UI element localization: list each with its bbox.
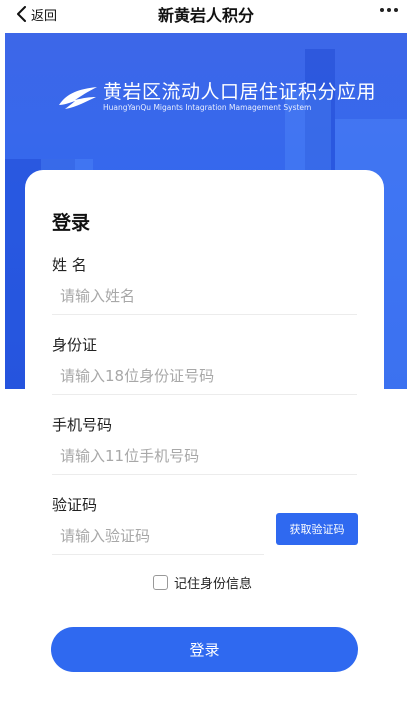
code-input[interactable] — [52, 517, 264, 555]
more-icon[interactable] — [380, 8, 398, 12]
remember-label: 记住身份信息 — [174, 577, 253, 592]
id-card-input[interactable] — [52, 357, 357, 395]
app-logo: 黄岩区流动人口居住证积分应用 HuangYanQu Migants Intagr… — [57, 81, 376, 112]
remember-checkbox[interactable] — [153, 575, 168, 590]
app-name: 黄岩区流动人口居住证积分应用 — [103, 81, 377, 103]
phone-label: 手机号码 — [52, 416, 113, 434]
remember-option[interactable]: 记住身份信息 — [153, 573, 252, 592]
login-card: 登录 姓 名 身份证 手机号码 验证码 获取验证码 记住身份信息 登录 — [25, 170, 384, 715]
get-code-button[interactable]: 获取验证码 — [276, 513, 358, 545]
wing-logo-icon — [59, 86, 97, 109]
id-card-label: 身份证 — [52, 336, 98, 354]
login-heading: 登录 — [52, 212, 91, 234]
name-input[interactable] — [52, 277, 357, 315]
name-label: 姓 名 — [52, 256, 87, 274]
phone-input[interactable] — [52, 437, 357, 475]
page-title: 新黄岩人积分 — [157, 6, 254, 25]
login-button[interactable]: 登录 — [51, 627, 358, 672]
nav-bar: 返回 新黄岩人积分 — [0, 0, 412, 32]
app-name-en: HuangYanQu Migants Intagration Mamagemen… — [103, 103, 312, 112]
code-label: 验证码 — [52, 496, 98, 514]
